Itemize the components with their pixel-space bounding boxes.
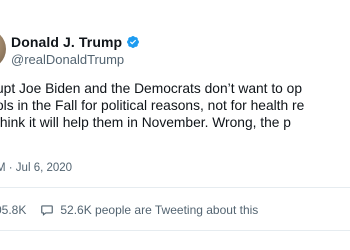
author-name-row[interactable]: Donald J. Trump [11, 34, 140, 50]
divider [0, 187, 350, 188]
divider [0, 230, 350, 231]
author-handle[interactable]: @realDonaldTrump [11, 52, 124, 67]
engagement-stats: 05.8K 52.6K people are Tweeting about th… [0, 203, 258, 217]
tweeting-about-link[interactable]: 52.6K people are Tweeting about this [60, 203, 258, 217]
verified-badge-icon [127, 36, 140, 48]
tweet-line: ! [0, 131, 350, 148]
like-count[interactable]: 05.8K [0, 203, 26, 217]
tweet-line: think it will help them in November. Wro… [0, 115, 291, 130]
comment-bubble-icon[interactable] [40, 203, 54, 217]
avatar[interactable] [0, 29, 6, 69]
tweet-card: Donald J. Trump @realDonaldTrump upt Joe… [0, 0, 350, 250]
tweet-line: upt Joe Biden and the Democrats don’t wa… [0, 81, 303, 96]
tweet-line: ols in the Fall for political reasons, n… [0, 98, 305, 113]
tweet-text: upt Joe Biden and the Democrats don’t wa… [0, 80, 350, 148]
tweet-timestamp[interactable]: M · Jul 6, 2020 [0, 162, 72, 174]
author-display-name[interactable]: Donald J. Trump [11, 34, 122, 50]
